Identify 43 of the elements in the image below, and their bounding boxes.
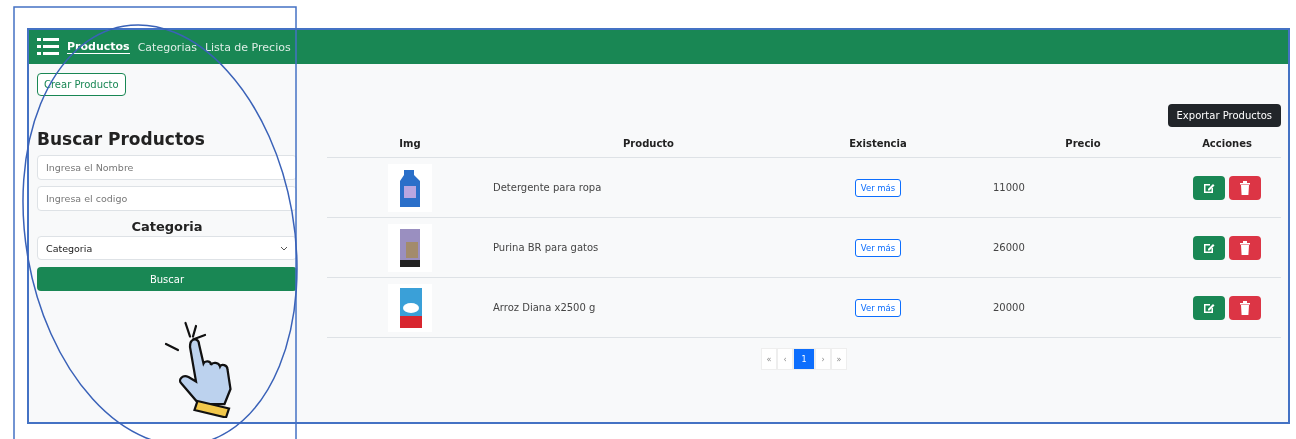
product-name: Detergente para ropa xyxy=(493,182,602,193)
code-input-field[interactable]: Ingresa el codigo xyxy=(37,186,297,211)
price-text: 20000 xyxy=(993,302,1025,313)
search-title: Buscar Productos xyxy=(37,129,206,149)
edit-button[interactable] xyxy=(1193,175,1225,200)
trash-icon xyxy=(1239,240,1251,255)
pet-food-bag-image xyxy=(388,223,432,272)
nav-link[interactable]: Lista de Precios xyxy=(204,40,291,54)
column-header: Acciones xyxy=(1173,130,1281,158)
page-button[interactable]: » xyxy=(831,348,847,370)
price-text: 26000 xyxy=(993,242,1025,253)
view-more-button[interactable]: Ver más xyxy=(854,178,902,197)
product-name: Purina BR para gatos xyxy=(493,242,599,253)
nav-link[interactable]: Productos xyxy=(67,40,130,54)
page-button[interactable]: › xyxy=(815,348,831,370)
delete-button[interactable] xyxy=(1229,175,1261,200)
edit-button[interactable] xyxy=(1193,295,1225,320)
name-input-field[interactable]: Ingresa el Nombre xyxy=(37,155,297,180)
column-header: Existencia xyxy=(763,130,993,158)
export-button[interactable]: Exportar Productos xyxy=(1167,104,1281,127)
category-select[interactable]: Categoria xyxy=(37,236,297,260)
column-header: Precio xyxy=(993,130,1173,158)
trash-icon xyxy=(1239,300,1251,315)
chevron-down-icon xyxy=(280,245,288,251)
page-button[interactable]: « xyxy=(761,348,777,370)
list-menu-icon[interactable] xyxy=(37,37,59,57)
view-more-button[interactable]: Ver más xyxy=(854,238,902,257)
category-label: Categoria xyxy=(130,219,204,234)
price-text: 11000 xyxy=(993,182,1025,193)
nav-link[interactable]: Categorias xyxy=(137,40,197,54)
column-header: Producto xyxy=(493,130,763,158)
delete-button[interactable] xyxy=(1229,295,1261,320)
product-name: Arroz Diana x2500 g xyxy=(493,302,596,313)
trash-icon xyxy=(1239,180,1251,195)
edit-button[interactable] xyxy=(1193,235,1225,260)
search-button[interactable]: Buscar xyxy=(37,267,297,291)
view-more-button[interactable]: Ver más xyxy=(854,298,902,317)
page-button[interactable]: ‹ xyxy=(777,348,793,370)
page-button[interactable]: 1 xyxy=(793,348,815,370)
rice-pack-image xyxy=(388,283,432,332)
bottle-image xyxy=(388,163,432,212)
delete-button[interactable] xyxy=(1229,235,1261,260)
column-header: Img xyxy=(327,130,493,158)
